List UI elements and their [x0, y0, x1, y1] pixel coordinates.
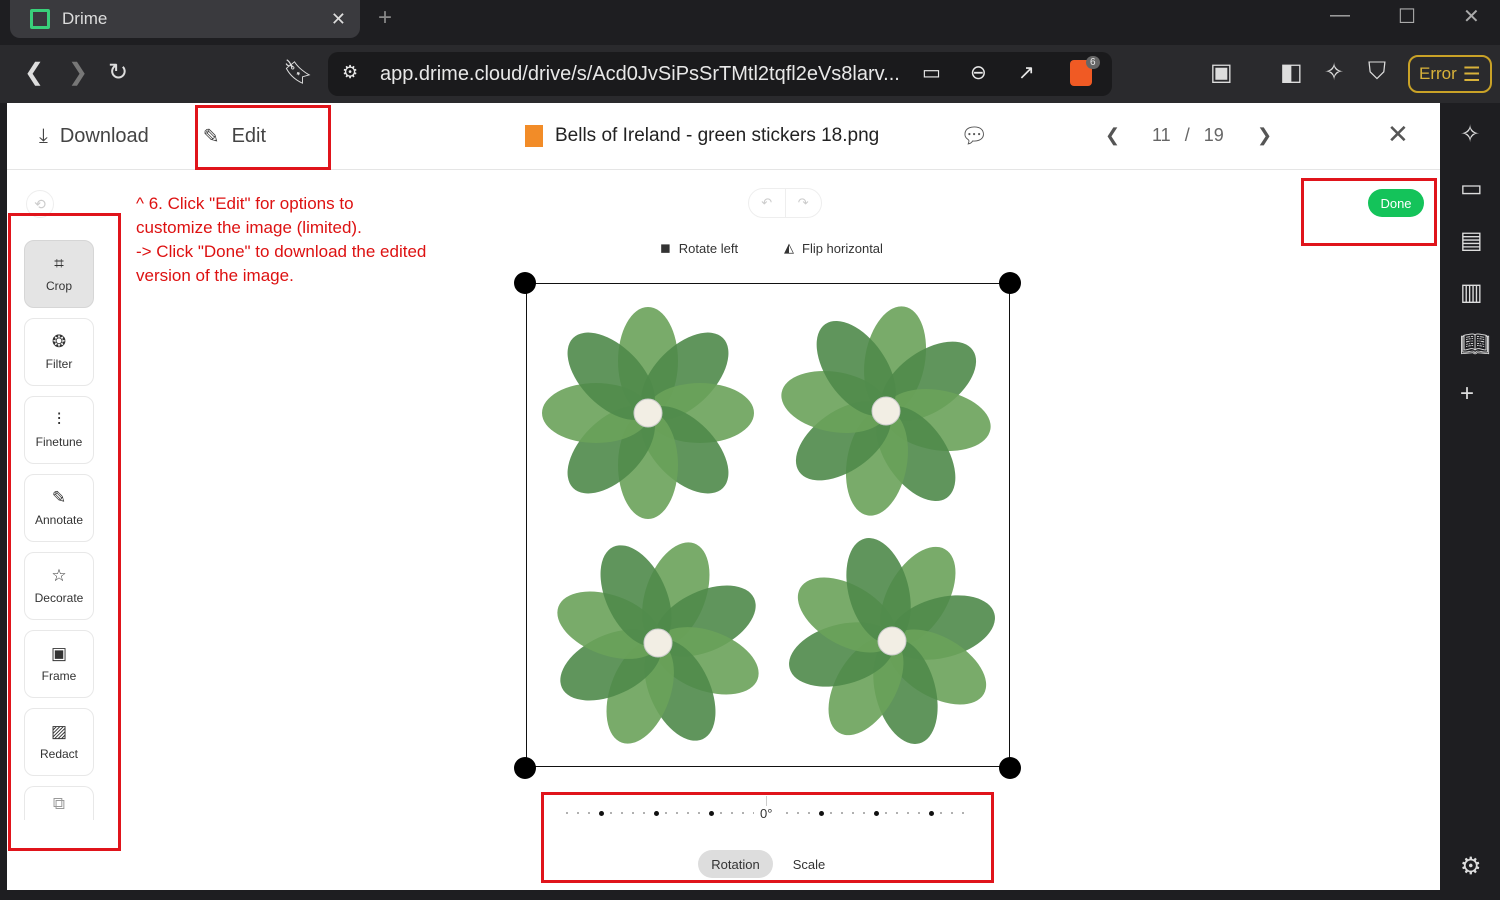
menu-icon: ☰ [1462, 63, 1481, 86]
share-icon[interactable]: ↗ [1018, 60, 1035, 85]
zoom-icon[interactable]: ⊖ [970, 60, 987, 85]
new-tab-button[interactable]: + [378, 4, 392, 32]
tutorial-annotation: ^ 6. Click "Edit" for options to customi… [136, 192, 466, 288]
undo-icon[interactable]: ↶ [749, 189, 786, 217]
url-text: app.drime.cloud/drive/s/Acd0JvSiPsSrTMtl… [380, 62, 900, 85]
forward-icon[interactable]: ❯ [68, 58, 88, 87]
crop-handle-top-right[interactable] [999, 272, 1021, 294]
video-icon[interactable]: ▭ [1460, 174, 1483, 203]
pearl-center [643, 628, 673, 658]
comment-icon[interactable]: 💬︎ [960, 123, 988, 149]
drime-logo-icon [30, 9, 50, 29]
back-icon[interactable]: ❮ [24, 58, 44, 87]
highlight-edit [195, 105, 331, 170]
download-button[interactable]: ⤓ Download [39, 125, 149, 148]
close-viewer-icon[interactable]: ✕ [1387, 119, 1409, 150]
flip-horizontal-button[interactable]: ◭ Flip horizontal [784, 240, 883, 256]
annotation-line: ^ 6. Click "Edit" for options to [136, 194, 354, 213]
crop-handle-bottom-right[interactable] [999, 757, 1021, 779]
rotate-left-button[interactable]: ◼︎ Rotate left [660, 240, 738, 256]
leo-ai-icon[interactable]: ✧ [1324, 58, 1344, 87]
crop-handle-bottom-left[interactable] [514, 757, 536, 779]
rotate-left-icon: ◼︎ [660, 240, 671, 255]
bookmarks-icon[interactable]: ▥ [1460, 278, 1483, 307]
file-title: Bells of Ireland - green stickers 18.png [525, 125, 879, 147]
ai-sparkle-icon[interactable]: ✧ [1460, 120, 1480, 149]
history-controls: ↶ ↷ [748, 188, 822, 218]
redo-icon[interactable]: ↷ [786, 189, 822, 217]
flip-icon: ◭ [784, 240, 794, 255]
page-total: 19 [1203, 125, 1224, 145]
reload-icon[interactable]: ↻ [108, 58, 128, 87]
cast-icon[interactable]: ▭ [922, 60, 941, 85]
reader-icon[interactable]: ▣ [1210, 58, 1233, 87]
page-counter: 11 / 19 [1152, 125, 1224, 146]
reading-list-icon[interactable]: 📖︎ [1460, 330, 1490, 359]
pearl-center [877, 626, 907, 656]
sidebar-toggle-icon[interactable]: ◧ [1280, 58, 1303, 87]
close-tab-icon[interactable]: ✕ [331, 9, 346, 30]
close-window-icon[interactable]: ✕ [1463, 4, 1480, 29]
rotate-left-label: Rotate left [678, 240, 739, 256]
vpn-icon[interactable]: ⛉ [1368, 58, 1386, 86]
previous-icon[interactable]: ❮ [1105, 125, 1120, 146]
site-settings-icon[interactable]: ⚙ [342, 62, 358, 83]
page-current: 11 [1152, 125, 1171, 145]
tab-title: Drime [62, 9, 108, 28]
address-bar[interactable]: ⚙ app.drime.cloud/drive/s/Acd0JvSiPsSrTM… [328, 52, 1112, 96]
download-label: Download [59, 124, 149, 147]
wallet-icon[interactable]: ▤ [1460, 226, 1483, 255]
highlight-done [1301, 178, 1437, 246]
pearl-center [871, 396, 901, 426]
image-canvas [526, 283, 1010, 767]
browser-tab[interactable]: Drime ✕ [10, 0, 360, 38]
settings-icon[interactable]: ⚙ [1460, 852, 1482, 881]
error-label: Error [1419, 64, 1457, 83]
shield-badge: 6 [1086, 56, 1100, 69]
pearl-center [633, 398, 663, 428]
annotation-line: -> Click "Done" to download the edited [136, 242, 427, 261]
highlight-rotation [541, 792, 994, 883]
bookmark-icon[interactable]: 🔖︎ [283, 58, 313, 87]
highlight-tools [8, 213, 121, 851]
minimize-icon[interactable]: — [1330, 4, 1350, 27]
image-file-icon [525, 125, 543, 147]
flip-horizontal-label: Flip horizontal [802, 240, 883, 256]
file-name: Bells of Ireland - green stickers 18.png [555, 125, 880, 146]
annotation-line: version of the image. [136, 266, 294, 285]
next-icon[interactable]: ❯ [1257, 125, 1272, 146]
download-icon: ⤓ [39, 124, 48, 147]
error-menu-button[interactable]: Error ☰ [1408, 55, 1492, 93]
annotation-line: customize the image (limited). [136, 218, 362, 237]
add-sidebar-icon[interactable]: + [1460, 380, 1474, 408]
page-separator: / [1184, 125, 1190, 145]
crop-handle-top-left[interactable] [514, 272, 536, 294]
maximize-icon[interactable]: ☐ [1398, 4, 1416, 29]
